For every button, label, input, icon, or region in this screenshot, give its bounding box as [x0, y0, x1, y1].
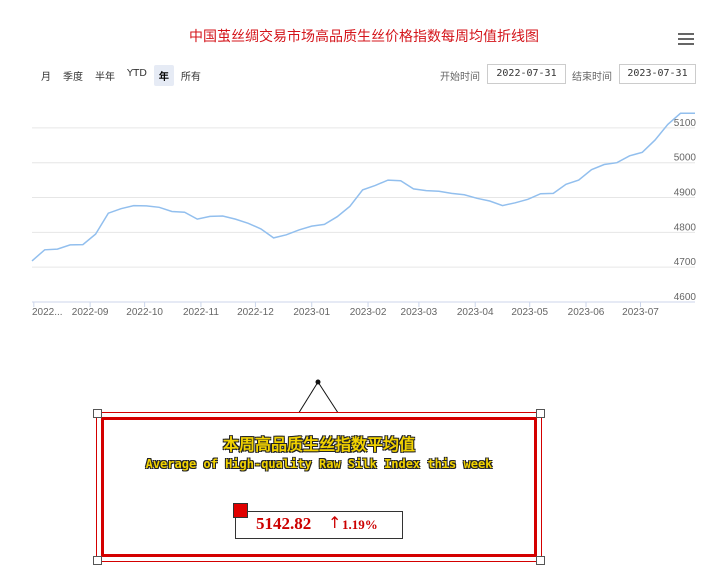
- range-button-ytd[interactable]: YTD: [122, 65, 152, 86]
- range-button-month[interactable]: 月: [36, 65, 56, 86]
- x-tick-label: 2023-04: [457, 307, 494, 318]
- range-selector: 月 季度 半年 YTD 年 所有: [36, 65, 206, 86]
- start-date-input[interactable]: 2022-07-31: [487, 64, 566, 84]
- x-axis-ticks: 2022... 2022-09 2022-10 2022-11 2022-12 2023-…: [32, 302, 659, 318]
- hamburger-menu-icon[interactable]: [678, 33, 694, 47]
- series-line: [31, 112, 695, 262]
- range-button-halfyear[interactable]: 半年: [90, 65, 120, 86]
- x-tick-label: 2022-11: [183, 307, 219, 318]
- chart-title: 中国茧丝绸交易市场高品质生丝价格指数每周均值折线图: [189, 29, 539, 45]
- value-box: 5142.82 ↑ 1.19%: [233, 503, 403, 539]
- range-button-quarter[interactable]: 季度: [58, 65, 88, 86]
- start-date-label: 开始时间: [440, 72, 480, 83]
- x-tick-label: 2022...: [32, 307, 63, 318]
- y-tick-label: 4900: [674, 188, 697, 199]
- corner-handle: [93, 409, 102, 418]
- x-tick-label: 2022-12: [237, 307, 274, 318]
- corner-handle: [93, 556, 102, 565]
- x-tick-label: 2023-06: [568, 307, 605, 318]
- callout-title-cn: 本周高品质生丝指数平均值: [222, 435, 415, 454]
- corner-handle: [536, 556, 545, 565]
- corner-handle: [536, 409, 545, 418]
- y-axis-ticks: 4600 4700 4800 4900 5000 5100: [674, 118, 697, 303]
- x-tick-label: 2022-09: [72, 307, 109, 318]
- y-tick-label: 5000: [674, 153, 697, 164]
- end-date-label: 结束时间: [572, 72, 612, 83]
- x-tick-label: 2023-05: [511, 307, 548, 318]
- weekly-average-callout: 本周高品质生丝指数平均值 Average of High-quality Raw…: [93, 409, 545, 565]
- x-tick-label: 2023-07: [622, 307, 659, 318]
- y-tick-label: 4800: [674, 222, 697, 233]
- end-date-input[interactable]: 2023-07-31: [619, 64, 696, 84]
- range-button-all[interactable]: 所有: [176, 65, 206, 86]
- line-chart: 460047004800490050005100 2022... 2022-09 2…: [31, 112, 697, 318]
- y-tick-label: 5100: [674, 118, 697, 129]
- up-arrow-icon: ↑: [328, 513, 342, 532]
- x-tick-label: 2022-10: [126, 307, 163, 318]
- y-tick-label: 4700: [674, 257, 697, 268]
- x-tick-label: 2023-03: [401, 307, 438, 318]
- chart-grid: [32, 127, 695, 303]
- change-percent: 1.19%: [342, 517, 378, 532]
- x-tick-label: 2023-02: [350, 307, 387, 318]
- range-button-year[interactable]: 年: [153, 65, 174, 86]
- index-value: 5142.82: [256, 514, 312, 533]
- x-tick-label: 2023-01: [293, 307, 330, 318]
- red-square-marker: [233, 503, 248, 518]
- y-tick-label: 4600: [674, 292, 697, 303]
- callout-title-en: Average of High-quality Raw Silk Index t…: [145, 457, 493, 471]
